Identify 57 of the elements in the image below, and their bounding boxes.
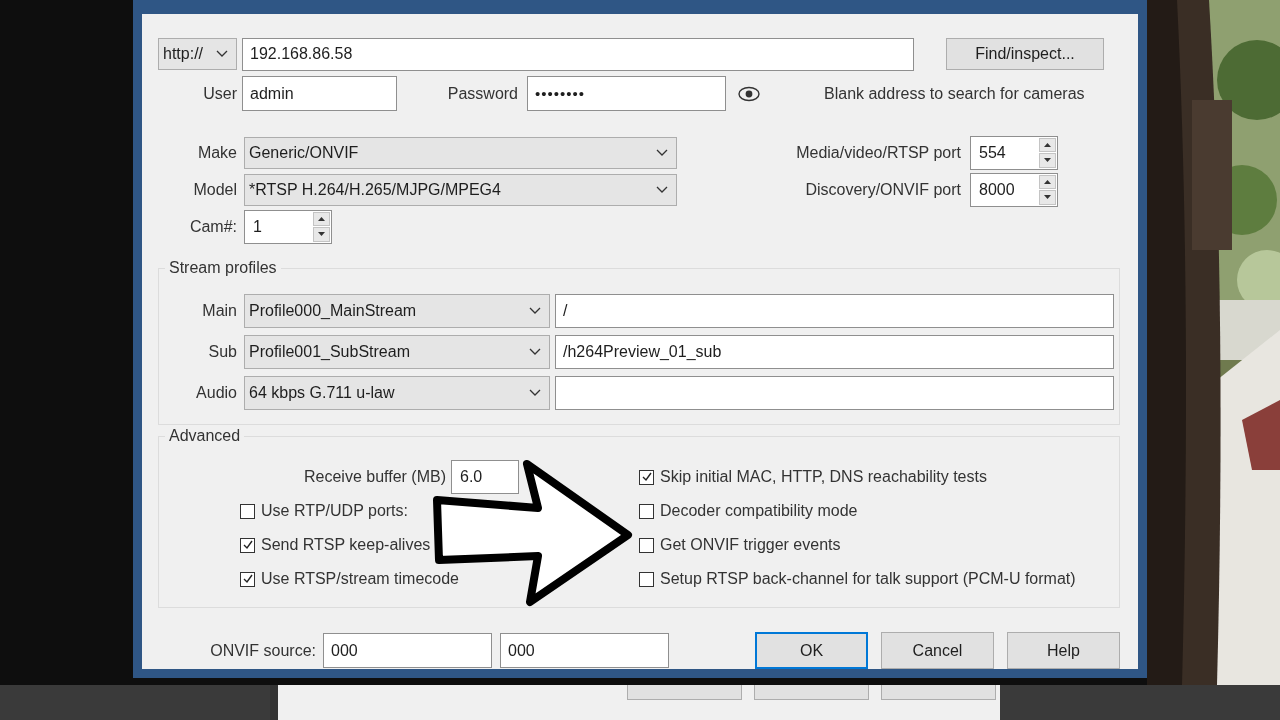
chevron-icon	[656, 148, 668, 157]
field-label: User	[202, 84, 237, 103]
field-label: Cam#:	[188, 217, 237, 236]
input-field[interactable]: /	[555, 294, 1114, 328]
field-label: Audio	[195, 384, 237, 402]
find-inspect-button[interactable]: Find/inspect...	[946, 38, 1104, 70]
eye-icon	[738, 85, 760, 102]
input-field[interactable]	[555, 376, 1114, 410]
dropdown[interactable]: http://	[158, 38, 237, 70]
checkbox[interactable]	[240, 537, 255, 553]
field-label: Receive buffer (MB)	[303, 468, 446, 486]
dropdown[interactable]: Profile000_MainStream	[244, 294, 550, 328]
field-label: Sub	[207, 343, 237, 361]
input-field[interactable]: admin	[242, 76, 397, 111]
field-label: Model	[192, 180, 237, 199]
dialog-button[interactable]: OK	[755, 632, 868, 669]
field-label: ONVIF source:	[209, 641, 316, 660]
hint-text: Blank address to search for cameras	[824, 84, 1085, 103]
checkbox-label: Decoder compatibility mode	[660, 502, 858, 520]
dropdown[interactable]: Generic/ONVIF	[244, 136, 677, 169]
checkbox-label: Use RTSP/stream timecode	[261, 570, 459, 588]
dialog-button[interactable]: Cancel	[881, 632, 994, 669]
password-field[interactable]: ••••••••	[527, 76, 726, 111]
checkbox[interactable]	[240, 503, 255, 519]
group-title: Stream profiles	[165, 259, 281, 277]
field-label: Make	[196, 143, 237, 162]
field-label: Main	[201, 302, 237, 320]
checkbox-label: Get ONVIF trigger events	[660, 536, 841, 554]
checkbox-label: Setup RTSP back-channel for talk support (PCM-U format)	[660, 570, 1076, 588]
chevron-icon	[529, 389, 541, 397]
dropdown[interactable]: 64 kbps G.711 u-law	[244, 376, 550, 410]
input-field[interactable]: 000	[323, 633, 492, 668]
checkmark-icon	[640, 471, 653, 483]
checkbox[interactable]	[639, 571, 654, 587]
input-field[interactable]: 192.168.86.58	[242, 37, 914, 71]
field-label: Media/video/RTSP port	[795, 143, 961, 162]
field-label: Discovery/ONVIF port	[804, 180, 961, 199]
chevron-icon	[216, 50, 228, 58]
field-label: Password	[446, 84, 518, 103]
checkbox[interactable]	[639, 503, 654, 519]
spin-field[interactable]: 6.0	[452, 461, 518, 493]
chevron-icon	[529, 307, 541, 315]
dropdown[interactable]: Profile001_SubStream	[244, 335, 550, 369]
checkbox[interactable]	[240, 571, 255, 587]
input-field[interactable]: 000	[500, 633, 669, 668]
checkbox[interactable]	[639, 537, 654, 553]
input-field[interactable]: /h264Preview_01_sub	[555, 335, 1114, 369]
checkbox-label: Use RTP/UDP ports:	[261, 502, 408, 520]
chevron-icon	[656, 185, 668, 194]
dialog-button[interactable]: Help	[1007, 632, 1120, 669]
checkmark-icon	[241, 539, 254, 551]
checkbox[interactable]	[639, 469, 654, 485]
chevron-icon	[529, 348, 541, 356]
checkmark-icon	[241, 573, 254, 585]
checkbox-label: Send RTSP keep-alives	[261, 536, 431, 554]
checkbox-label: Skip initial MAC, HTTP, DNS reachability tests	[660, 468, 987, 486]
dropdown[interactable]: *RTSP H.264/H.265/MJPG/MPEG4	[244, 173, 677, 206]
